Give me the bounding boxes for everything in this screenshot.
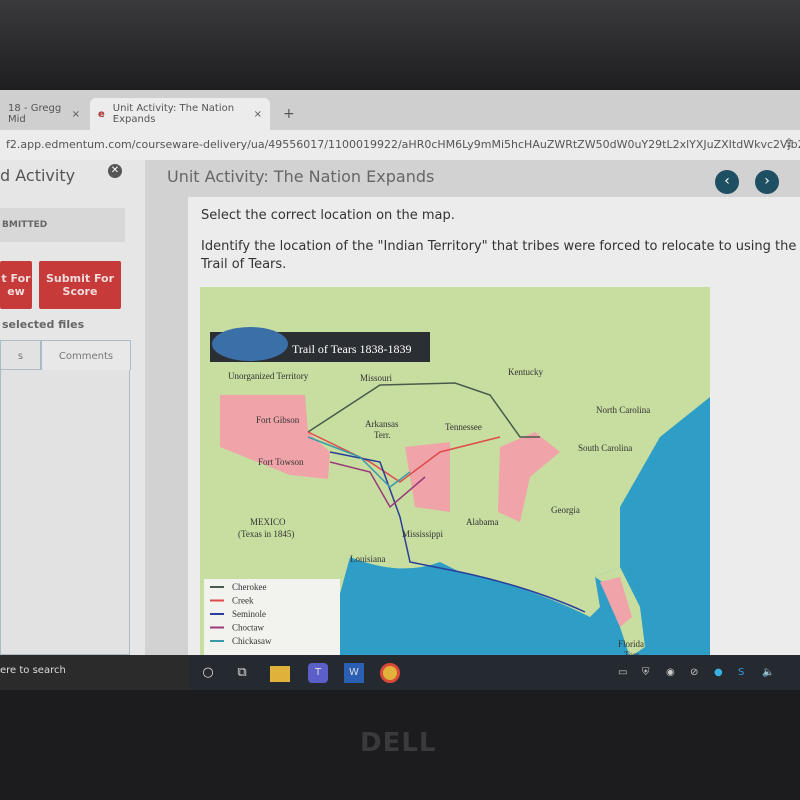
laptop-bezel	[0, 0, 800, 90]
map-legend: Cherokee Creek Seminole Choctaw Chickasaw	[204, 579, 340, 667]
legend-label: Seminole	[232, 609, 266, 619]
map-title: Trail of Tears 1838-1839	[292, 342, 411, 356]
label-north-carolina: North Carolina	[596, 405, 650, 415]
tab-label: 18 - Gregg Mid	[8, 103, 62, 125]
legend-label: Choctaw	[232, 623, 264, 633]
share-icon[interactable]: ⇪	[784, 136, 794, 150]
comments-panel	[0, 370, 130, 655]
label-mexico: MEXICO	[250, 517, 286, 527]
cortana-icon[interactable]: ○	[198, 663, 218, 683]
legend-box	[204, 579, 340, 667]
label-arkansas: Arkansas	[365, 419, 399, 429]
tab-gregg[interactable]: 18 - Gregg Mid ×	[0, 98, 88, 130]
legend-label: Creek	[232, 596, 254, 606]
submit-for-score-button[interactable]: Submit For Score	[39, 261, 121, 309]
tab-label: Unit Activity: The Nation Expands	[112, 103, 235, 125]
file-explorer-icon[interactable]	[270, 666, 290, 682]
network-app-icon[interactable]: ●	[714, 667, 723, 678]
close-icon[interactable]: ×	[72, 109, 80, 120]
instruction-text: Select the correct location on the map.	[201, 208, 455, 223]
label-alabama: Alabama	[466, 517, 498, 527]
label-kentucky: Kentucky	[508, 367, 543, 377]
selected-files-label: selected files	[2, 318, 85, 331]
chrome-tray-icon[interactable]: ◉	[666, 667, 675, 678]
new-tab-button[interactable]: +	[275, 98, 303, 130]
label-south-carolina: South Carolina	[578, 443, 632, 453]
label-florida: Florida	[618, 639, 644, 649]
legend-label: Chickasaw	[232, 636, 272, 646]
task-view-icon[interactable]: ⧉	[232, 663, 252, 683]
label-unorganized: Unorganized Territory	[228, 371, 309, 381]
sidebar-title: d Activity	[0, 166, 76, 185]
teams-icon[interactable]: T	[308, 663, 328, 683]
volume-icon[interactable]: 🔈	[762, 667, 774, 678]
tab-files[interactable]: s	[0, 340, 41, 370]
edmentum-icon: e	[98, 108, 105, 120]
trail-of-tears-map[interactable]: Trail of Tears 1838-1839 Unorganized Ter…	[200, 287, 710, 667]
label-louisiana: Louisiana	[350, 554, 386, 564]
label-arkansas-terr: Terr.	[374, 430, 391, 440]
taskbar: ○ ⧉ T W ▭ ⛨ ◉ ⊘ ● S 🔈	[190, 655, 800, 690]
taskbar-search[interactable]: ere to search	[0, 655, 190, 690]
chrome-icon[interactable]	[380, 663, 400, 683]
question-prompt: Identify the location of the "Indian Ter…	[201, 239, 797, 272]
notifications-off-icon[interactable]: ⊘	[690, 667, 698, 678]
label-fort-gibson: Fort Gibson	[256, 415, 300, 425]
s-app-icon[interactable]: S	[738, 667, 744, 678]
battery-icon[interactable]: ▭	[618, 667, 627, 678]
label-tennessee: Tennessee	[445, 422, 482, 432]
label-missouri: Missouri	[360, 373, 393, 383]
next-button[interactable]: ›	[755, 170, 779, 194]
previous-button[interactable]: ‹	[715, 170, 739, 194]
label-georgia: Georgia	[551, 505, 580, 515]
label-texas: (Texas in 1845)	[238, 529, 294, 539]
tab-comments[interactable]: Comments	[41, 340, 131, 370]
label-fort-towson: Fort Towson	[258, 457, 304, 467]
tab-bar: 18 - Gregg Mid × e Unit Activity: The Nati…	[0, 90, 800, 130]
page-title: Unit Activity: The Nation Expands	[167, 167, 435, 186]
globe-icon	[212, 327, 288, 361]
security-icon[interactable]: ⛨	[642, 667, 650, 678]
close-icon[interactable]: ✕	[108, 164, 122, 178]
label-mississippi: Mississippi	[402, 529, 444, 539]
status-label: BMITTED	[0, 208, 125, 242]
submit-for-review-button[interactable]: t For ew	[0, 261, 32, 309]
word-icon[interactable]: W	[344, 663, 364, 683]
close-icon[interactable]: ×	[254, 109, 262, 120]
url-text: f2.app.edmentum.com/courseware-delivery/…	[6, 138, 800, 151]
legend-label: Cherokee	[232, 582, 266, 592]
address-bar[interactable]: f2.app.edmentum.com/courseware-delivery/…	[0, 130, 800, 160]
tab-unit-activity[interactable]: e Unit Activity: The Nation Expands ×	[90, 98, 270, 130]
dell-logo: DELL	[360, 728, 437, 758]
